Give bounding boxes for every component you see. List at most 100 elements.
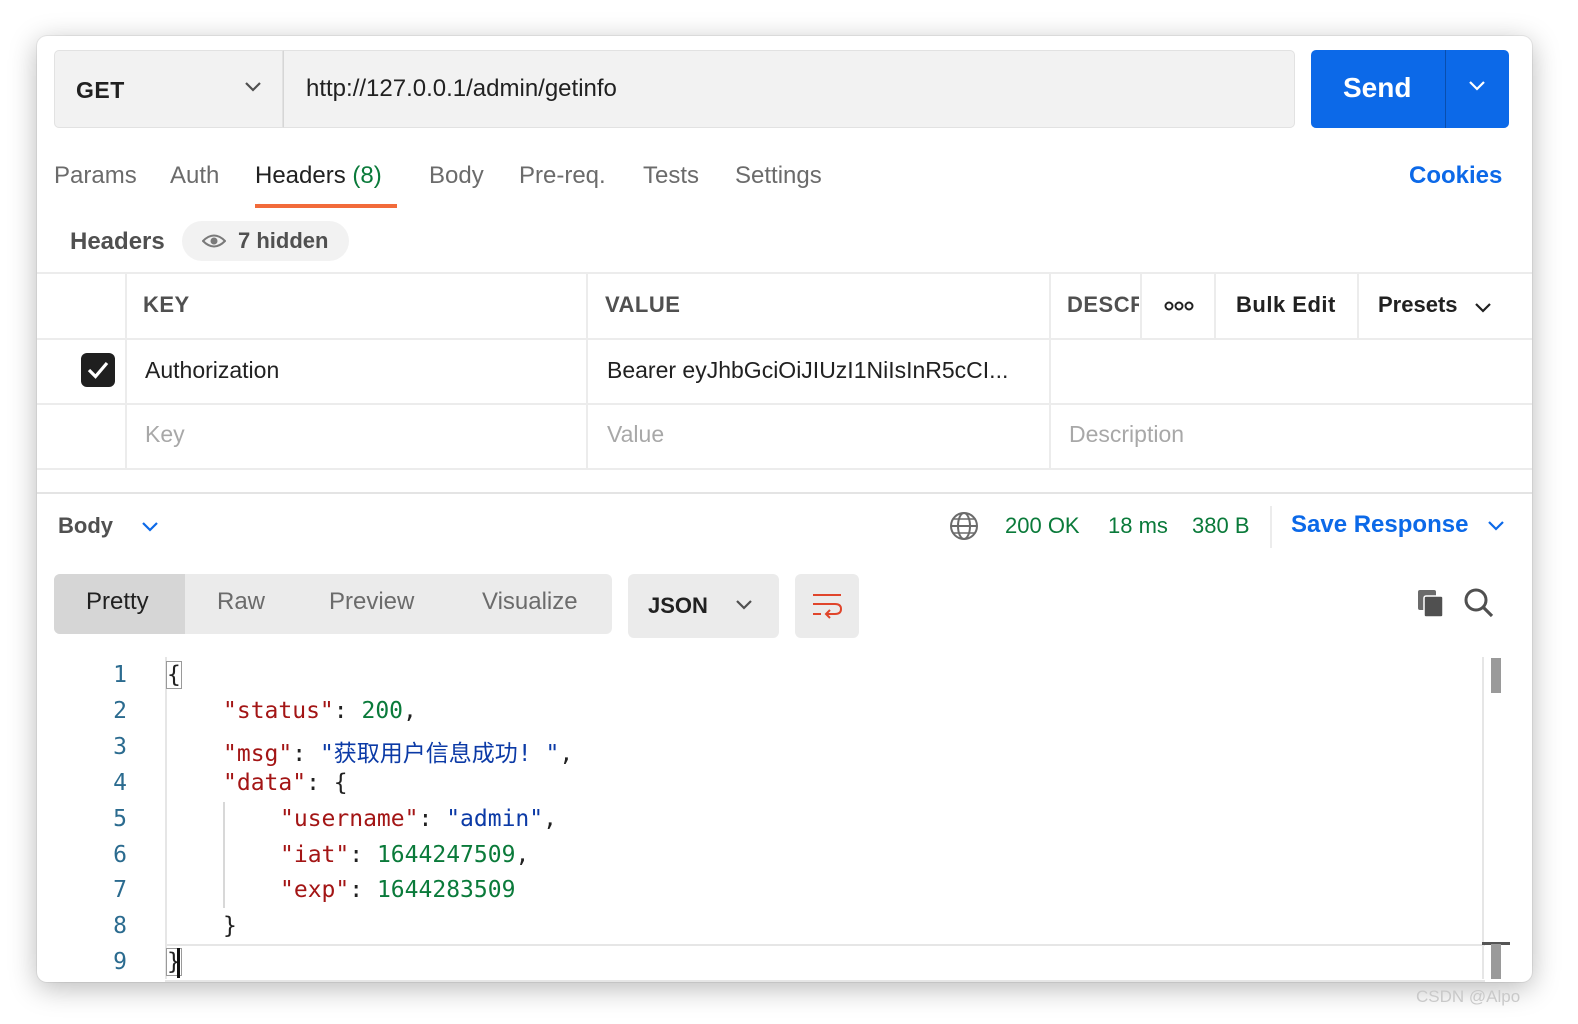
view-tab-pretty[interactable]: Pretty — [86, 588, 149, 616]
table-border — [37, 403, 1532, 405]
copy-icon[interactable] — [1416, 588, 1446, 618]
active-line-highlight — [165, 944, 1485, 982]
chevron-down-icon — [245, 82, 261, 92]
table-border-bottom — [37, 468, 1532, 470]
json-line[interactable]: "status": 200, — [223, 698, 417, 724]
status-code[interactable]: 200 OK — [1005, 513, 1080, 539]
json-line[interactable]: "data": { — [223, 770, 348, 796]
divider — [1270, 506, 1272, 548]
table-divider — [1357, 272, 1359, 338]
more-options-icon[interactable] — [1164, 300, 1194, 312]
line-number: 9 — [113, 949, 127, 975]
tab-params[interactable]: Params — [54, 162, 137, 190]
table-divider — [1140, 272, 1142, 338]
header-key-cell[interactable]: Authorization — [145, 357, 279, 384]
tab-auth[interactable]: Auth — [170, 162, 219, 190]
line-number: 5 — [113, 806, 127, 832]
hidden-headers-toggle[interactable]: 7 hidden — [182, 221, 349, 261]
method-label: GET — [76, 77, 125, 103]
response-divider — [37, 492, 1532, 494]
url-value: http://127.0.0.1/admin/getinfo — [306, 75, 617, 102]
json-key: "exp" — [280, 877, 350, 903]
eye-icon — [202, 234, 226, 248]
tab-headers-label: Headers — [255, 162, 346, 189]
column-header-key: KEY — [143, 292, 190, 317]
send-label: Send — [1343, 72, 1412, 103]
json-line[interactable]: "iat": 1644247509, — [280, 842, 529, 868]
json-line[interactable]: "exp": 1644283509 — [280, 877, 515, 903]
response-body-dropdown[interactable]: Body — [58, 513, 159, 539]
line-number: 4 — [113, 770, 127, 796]
response-view-tabs: Pretty Raw Preview Visualize — [54, 574, 612, 634]
tab-pre-request[interactable]: Pre-req. — [519, 162, 606, 190]
scrollbar-thumb[interactable] — [1491, 944, 1501, 979]
json-key: "username" — [280, 806, 419, 832]
editor-gutter-border — [165, 657, 167, 979]
table-divider — [1214, 272, 1216, 338]
chevron-down-icon — [142, 522, 158, 532]
table-border — [37, 338, 1532, 340]
search-icon[interactable] — [1463, 587, 1495, 619]
line-number: 6 — [113, 842, 127, 868]
json-brace: } — [223, 913, 237, 939]
column-header-description: DESCR — [1067, 292, 1139, 317]
scrollbar-thumb[interactable] — [1491, 658, 1501, 693]
description-placeholder[interactable]: Description — [1069, 421, 1184, 448]
tab-tests[interactable]: Tests — [643, 162, 699, 190]
json-key: "data" — [223, 770, 307, 796]
tab-body[interactable]: Body — [429, 162, 484, 190]
json-line[interactable]: "username": "admin", — [280, 806, 557, 832]
json-number: 1644283509 — [376, 877, 516, 903]
json-key: "iat" — [280, 842, 350, 868]
json-string: "admin" — [446, 806, 544, 832]
json-line[interactable]: "msg": "获取用户信息成功! ", — [223, 734, 573, 768]
value-placeholder[interactable]: Value — [607, 421, 664, 448]
format-select[interactable]: JSON — [628, 574, 779, 638]
send-button[interactable]: Send — [1311, 50, 1509, 128]
line-number: 3 — [113, 734, 127, 760]
json-number: 200 — [361, 698, 404, 724]
table-border-top — [37, 272, 1532, 274]
text-cursor — [177, 948, 180, 978]
key-placeholder[interactable]: Key — [145, 421, 185, 448]
chevron-down-icon — [1488, 520, 1504, 531]
tab-settings[interactable]: Settings — [735, 162, 822, 190]
wrap-lines-button[interactable] — [795, 574, 859, 638]
hidden-count: 7 hidden — [238, 228, 329, 253]
json-line[interactable]: } — [223, 913, 237, 939]
view-tab-preview[interactable]: Preview — [329, 588, 414, 616]
headers-section-title: Headers — [70, 228, 165, 255]
wrap-lines-icon — [813, 594, 843, 619]
header-value-cell[interactable]: Bearer eyJhbGciOiJIUzI1NiIsInR5cCI... — [607, 357, 1008, 384]
table-divider — [1049, 272, 1051, 470]
line-number: 1 — [113, 662, 127, 688]
bulk-edit-button[interactable]: Bulk Edit — [1236, 292, 1336, 318]
presets-dropdown[interactable]: Presets — [1378, 292, 1492, 318]
chevron-down-icon[interactable] — [1468, 80, 1486, 92]
check-icon — [87, 361, 109, 379]
view-tab-raw[interactable]: Raw — [217, 588, 265, 616]
format-label: JSON — [648, 593, 708, 618]
globe-icon[interactable] — [949, 511, 979, 541]
column-header-value: VALUE — [605, 292, 681, 317]
json-line[interactable]: { — [166, 661, 182, 689]
cookies-link[interactable]: Cookies — [1409, 162, 1502, 190]
json-open-brace: { — [166, 661, 182, 689]
response-time[interactable]: 18 ms — [1108, 513, 1168, 539]
line-number: 8 — [113, 913, 127, 939]
save-response-label: Save Response — [1291, 511, 1469, 538]
json-string: "获取用户信息成功! " — [319, 741, 560, 767]
tab-headers-count: (8) — [352, 162, 382, 189]
url-input[interactable]: http://127.0.0.1/admin/getinfo — [283, 50, 1295, 128]
method-select[interactable]: GET — [54, 50, 283, 128]
view-tab-visualize[interactable]: Visualize — [482, 588, 578, 616]
presets-label: Presets — [1378, 292, 1458, 317]
response-size[interactable]: 380 B — [1192, 513, 1250, 539]
send-divider — [1445, 50, 1446, 128]
tab-headers[interactable]: Headers (8) — [255, 162, 382, 190]
header-enabled-checkbox[interactable] — [81, 353, 115, 387]
line-number: 2 — [113, 698, 127, 724]
save-response-dropdown[interactable]: Save Response — [1291, 511, 1505, 539]
json-number: 1644247509 — [376, 842, 516, 868]
chevron-down-icon — [1475, 302, 1491, 313]
